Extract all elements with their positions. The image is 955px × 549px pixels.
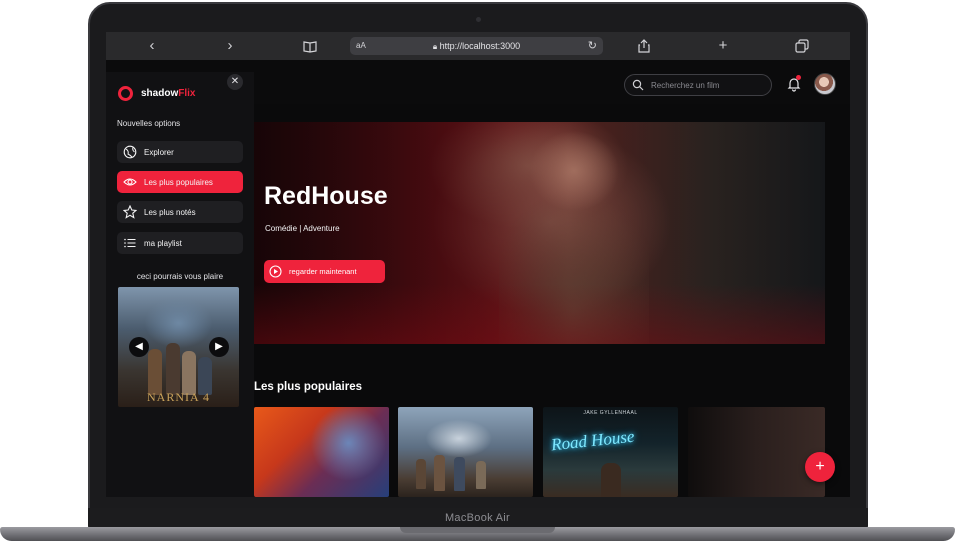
poster-top-text: JAKE GYLLENHAAL — [583, 410, 638, 416]
share-icon[interactable] — [634, 36, 654, 56]
poster-figure — [454, 457, 465, 491]
device-label: MacBook Air — [444, 512, 511, 524]
poster-title: NARNIA 4 — [146, 390, 210, 404]
camera — [476, 17, 481, 22]
tabs-overview-icon[interactable] — [792, 36, 812, 56]
text-size-button[interactable]: aA — [356, 37, 366, 55]
notification-badge — [796, 75, 801, 80]
logo[interactable]: shadowFlix — [118, 86, 195, 101]
poster-figure — [434, 455, 445, 491]
sidebar-item-label: Explorer — [144, 147, 174, 157]
url-text: http://localhost:3000 — [439, 41, 521, 51]
suggestion-poster[interactable]: NARNIA 4 ◀ ▶ — [118, 287, 239, 407]
sidebar-item-playlist[interactable]: ma playlist — [117, 232, 243, 254]
sidebar-item-popular[interactable]: Les plus populaires — [117, 171, 243, 193]
sidebar-item-label: Les plus populaires — [144, 177, 213, 187]
logo-text: shadowFlix — [141, 88, 196, 99]
eye-icon — [123, 178, 137, 186]
hero-gradient — [254, 284, 825, 344]
sidebar: shadowFlix ✕ Nouvelles options Explorer … — [106, 72, 254, 497]
search-input[interactable] — [651, 77, 766, 93]
play-icon — [269, 265, 282, 278]
sidebar-item-top-rated[interactable]: Les plus notés — [117, 201, 243, 223]
url-bar[interactable]: aA 🔒︎ http://localhost:3000 ↻ — [350, 37, 603, 55]
movie-card[interactable] — [254, 407, 389, 497]
search-icon — [632, 79, 644, 91]
bookmarks-icon[interactable] — [300, 36, 320, 56]
laptop-notch — [400, 527, 555, 533]
popular-section-title: Les plus populaires — [254, 381, 362, 393]
close-sidebar-button[interactable]: ✕ — [227, 74, 243, 90]
sidebar-section-label: Nouvelles options — [117, 119, 181, 128]
browser-toolbar: ‹ › aA 🔒︎ http://localhost:3000 ↻ + — [106, 32, 850, 60]
poster-figure — [166, 343, 180, 395]
new-tab-icon[interactable]: + — [713, 36, 733, 56]
poster-neon-title: Road House — [550, 426, 636, 455]
carousel-prev-button[interactable]: ◀ — [129, 337, 149, 357]
poster-figure — [148, 349, 162, 395]
watch-now-label: regarder maintenant — [289, 267, 357, 276]
movie-card[interactable]: JAKE GYLLENHAAL Road House — [543, 407, 678, 497]
sidebar-item-explorer[interactable]: Explorer — [117, 141, 243, 163]
hero-banner: RedHouse Comédie | Adventure regarder ma… — [254, 122, 825, 344]
suggestion-label: ceci pourrais vous plaire — [136, 272, 224, 281]
forward-icon[interactable]: › — [220, 36, 240, 56]
lock-icon: 🔒︎ — [432, 42, 438, 51]
screen: ‹ › aA 🔒︎ http://localhost:3000 ↻ + Rech… — [106, 32, 850, 497]
carousel-next-button[interactable]: ▶ — [209, 337, 229, 357]
poster-figure — [476, 461, 486, 489]
hero-genres: Comédie | Adventure — [265, 224, 340, 233]
reload-icon[interactable]: ↻ — [588, 37, 597, 55]
logo-icon — [118, 86, 133, 101]
list-icon — [124, 238, 136, 248]
add-button[interactable]: + — [805, 452, 835, 482]
sidebar-item-label: ma playlist — [144, 238, 182, 248]
movie-card[interactable] — [688, 407, 825, 497]
hero-title: RedHouse — [264, 182, 388, 210]
watch-now-button[interactable]: regarder maintenant — [264, 260, 385, 283]
poster-figure — [601, 463, 621, 497]
sidebar-item-label: Les plus notés — [144, 207, 196, 217]
globe-icon — [123, 145, 137, 159]
poster-figure — [182, 351, 196, 395]
avatar[interactable] — [814, 73, 836, 95]
search-box[interactable] — [624, 74, 772, 96]
star-icon — [123, 205, 137, 219]
movie-card[interactable] — [398, 407, 533, 497]
back-icon[interactable]: ‹ — [142, 36, 162, 56]
poster-figure — [416, 459, 426, 489]
